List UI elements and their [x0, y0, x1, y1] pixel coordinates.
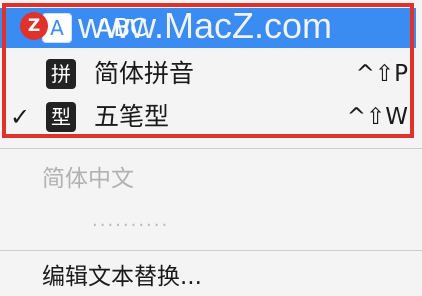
menu-item-abc-label: ABC — [96, 13, 148, 42]
menu-divider — [0, 148, 422, 149]
menu-item-wubi-shortcut: ^⇧W — [346, 104, 408, 130]
menu-divider — [0, 250, 422, 251]
input-source-menu: A ABC 拼 简体拼音 ^⇧P ✓ 型 五笔型 ^⇧W 简体中文 ......… — [0, 0, 422, 296]
menu-item-edit-text-replacement[interactable]: 编辑文本替换... — [42, 262, 202, 292]
menu-item-pinyin-shortcut: ^⇧P — [355, 61, 408, 87]
menu-item-pinyin-label: 简体拼音 — [94, 59, 195, 88]
section-header-simplified-chinese: 简体中文 — [42, 166, 134, 192]
menu-item-wubi-label: 五笔型 — [94, 102, 170, 131]
menu-item-abc[interactable]: A ABC — [0, 8, 416, 48]
disabled-placeholder: .......... — [92, 210, 170, 231]
abc-badge-icon: A — [42, 13, 72, 43]
pinyin-badge-icon: 拼 — [46, 59, 76, 89]
menu-item-wubi[interactable]: ✓ 型 五笔型 ^⇧W — [0, 97, 422, 137]
wubi-badge-icon: 型 — [46, 102, 76, 132]
menu-item-simplified-pinyin[interactable]: 拼 简体拼音 ^⇧P — [0, 54, 422, 94]
checkmark-icon: ✓ — [10, 103, 31, 131]
